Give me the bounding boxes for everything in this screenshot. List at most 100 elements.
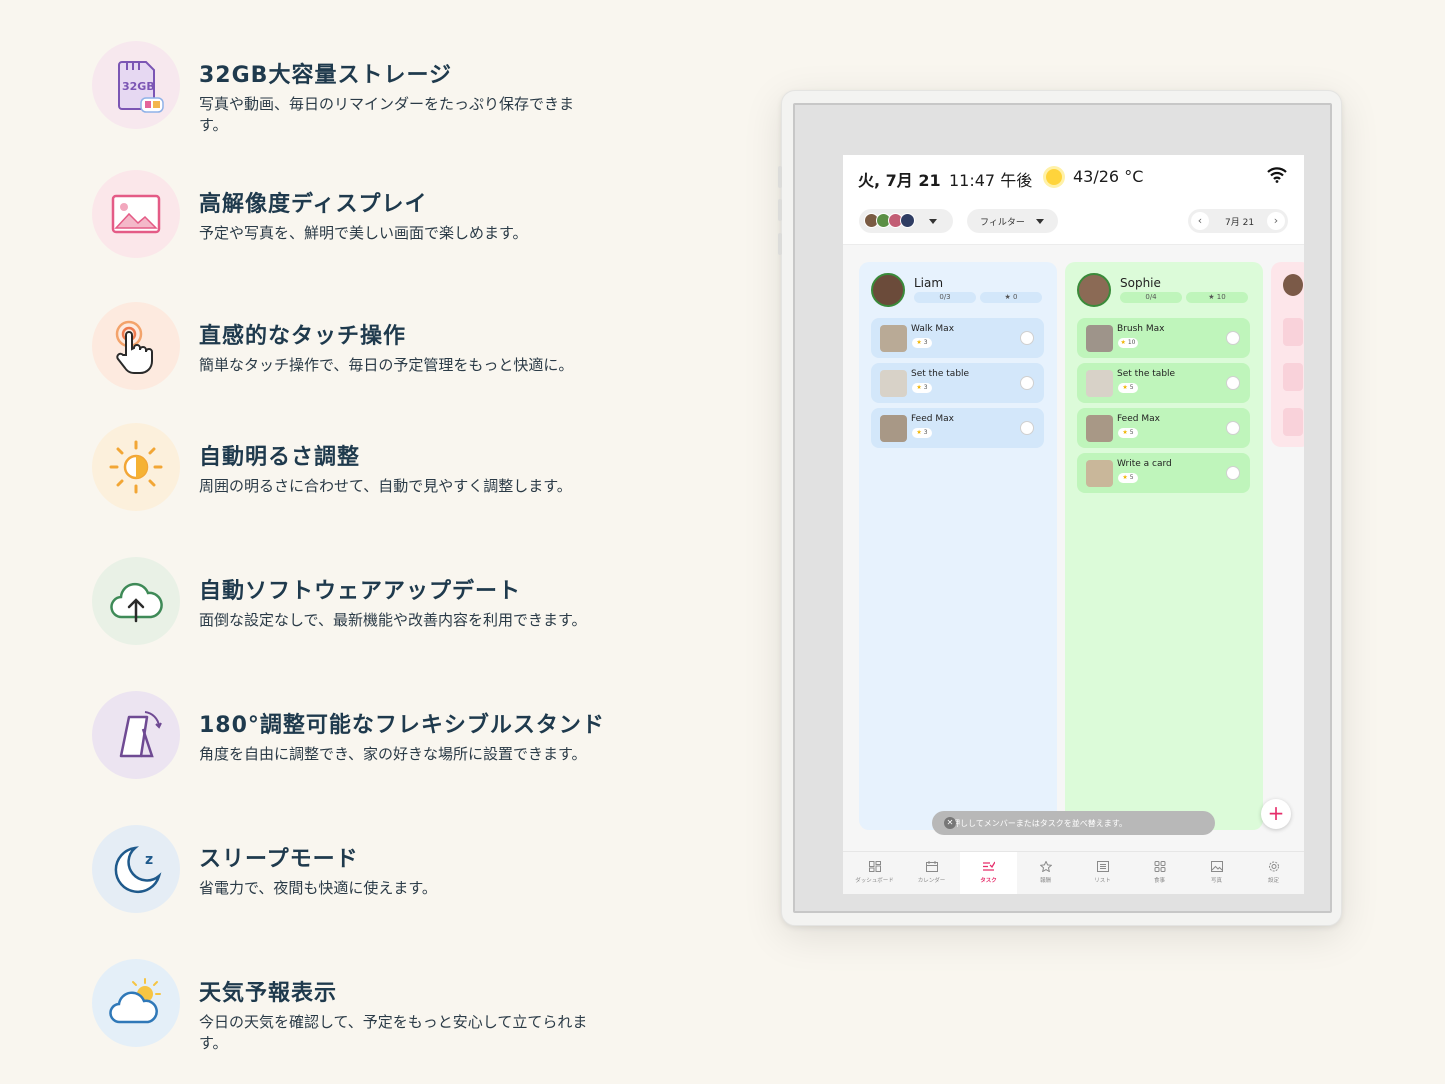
points-value: 3 <box>923 339 928 346</box>
task-thumbnail <box>880 415 907 442</box>
nav-rewards[interactable]: 報酬 <box>1017 852 1074 894</box>
next-day-button[interactable]: › <box>1267 212 1285 230</box>
task-name: Walk Max <box>911 324 955 334</box>
task-complete-checkbox[interactable] <box>1226 421 1240 435</box>
task-complete-checkbox[interactable] <box>1226 376 1240 390</box>
nav-settings[interactable]: 設定 <box>1245 852 1302 894</box>
task-thumbnail <box>1086 325 1113 352</box>
task-name: Set the table <box>911 369 970 379</box>
status-time: 11:47 午後 <box>949 171 1033 190</box>
status-bar: 火, 7月 21 11:47 午後 43/26 °C <box>843 165 1304 191</box>
task-card[interactable]: Feed Max ★ 3 <box>871 408 1044 448</box>
task-card[interactable]: Brush Max ★ 10 <box>1077 318 1250 358</box>
task-points: ★ 3 <box>912 428 932 438</box>
column-header: Liam 0/3 ★ 0 <box>871 272 1047 312</box>
task-thumbnail <box>880 370 907 397</box>
meals-icon <box>1154 861 1165 872</box>
tablet-device: 火, 7月 21 11:47 午後 43/26 °C フィルター ‹ 7月 21… <box>778 90 1342 926</box>
feature-description: 周囲の明るさに合わせて、自動で見やすく調整します。 <box>199 477 572 495</box>
task-points: ★ 5 <box>1118 383 1138 393</box>
points-value: 3 <box>923 429 928 436</box>
svg-text:z: z <box>145 852 153 868</box>
prev-day-button[interactable]: ‹ <box>1191 212 1209 230</box>
avatar <box>1283 274 1303 296</box>
task-card[interactable] <box>1283 363 1303 391</box>
feature-brightness: 自動明るさ調整 周囲の明るさに合わせて、自動で見やすく調整します。 <box>92 423 652 523</box>
feature-title: 自動ソフトウェアアップデート <box>199 579 522 604</box>
nav-label: リスト <box>1094 878 1111 884</box>
nav-list[interactable]: リスト <box>1074 852 1131 894</box>
cloud-upload-icon <box>92 557 180 645</box>
task-thumbnail <box>1086 370 1113 397</box>
task-complete-checkbox[interactable] <box>1020 421 1034 435</box>
nav-photos[interactable]: 写真 <box>1188 852 1245 894</box>
status-temperature: 43/26 °C <box>1073 167 1144 186</box>
wifi-icon <box>1267 167 1287 183</box>
star-icon: ★ <box>916 384 922 391</box>
brightness-icon <box>92 423 180 511</box>
feature-description: 面倒な設定なしで、最新機能や改善内容を利用できます。 <box>199 611 587 629</box>
task-card[interactable]: Set the table ★ 5 <box>1077 363 1250 403</box>
star-count-badge: ★ 0 <box>980 292 1042 303</box>
task-complete-checkbox[interactable] <box>1020 376 1034 390</box>
star-count-badge: ★ 10 <box>1186 292 1248 303</box>
task-points: ★ 3 <box>912 338 932 348</box>
task-count-badge: 0/4 <box>1120 292 1182 303</box>
moon-sleep-icon: z <box>92 825 180 913</box>
task-card[interactable]: Feed Max ★ 5 <box>1077 408 1250 448</box>
task-name: Feed Max <box>911 414 954 424</box>
member-column-sophie: Sophie 0/4 ★ 10 Brush Max ★ 10 Set the t… <box>1065 262 1263 830</box>
member-column-partial <box>1271 262 1304 447</box>
dashboard-icon <box>868 861 881 872</box>
toast-text: 長押ししてメンバーまたはタスクを並べ替えます。 <box>944 819 1127 828</box>
task-complete-checkbox[interactable] <box>1226 331 1240 345</box>
member-selector[interactable] <box>859 209 953 233</box>
avatar <box>900 213 915 228</box>
list-icon <box>1096 861 1109 872</box>
avatar <box>1077 273 1111 307</box>
task-complete-checkbox[interactable] <box>1020 331 1034 345</box>
star-icon: ★ <box>1122 384 1128 391</box>
nav-tasks[interactable]: タスク <box>960 852 1017 894</box>
task-card[interactable]: Walk Max ★ 3 <box>871 318 1044 358</box>
calendar-icon <box>925 861 938 872</box>
nav-label: カレンダー <box>917 878 946 884</box>
add-task-button[interactable]: + <box>1261 799 1291 829</box>
feature-description: 写真や動画、毎日のリマインダーをたっぷり保存できます。 <box>199 95 575 134</box>
close-icon[interactable]: ✕ <box>944 817 956 829</box>
avatar <box>871 273 905 307</box>
nav-calendar[interactable]: カレンダー <box>903 852 960 894</box>
task-name: Set the table <box>1117 369 1176 379</box>
feature-title: 直感的なタッチ操作 <box>199 324 407 349</box>
task-card[interactable]: Set the table ★ 3 <box>871 363 1044 403</box>
task-card[interactable] <box>1283 318 1303 346</box>
task-toolbar: フィルター ‹ 7月 21 › <box>843 207 1304 235</box>
task-card[interactable] <box>1283 408 1303 436</box>
feature-title: 天気予報表示 <box>199 981 338 1006</box>
nav-label: 食事 <box>1153 878 1165 884</box>
task-name: Feed Max <box>1117 414 1160 424</box>
task-complete-checkbox[interactable] <box>1226 466 1240 480</box>
nav-label: タスク <box>980 878 997 884</box>
task-count-badge: 0/3 <box>914 292 976 303</box>
task-points: ★ 5 <box>1118 473 1138 483</box>
sd-card-label: 32GB <box>122 80 155 93</box>
star-icon: ★ <box>916 429 922 436</box>
filter-dropdown[interactable]: フィルター <box>967 209 1058 233</box>
points-value: 5 <box>1129 429 1134 436</box>
photo-icon <box>1210 861 1223 872</box>
nav-label: ダッシュボード <box>855 878 894 884</box>
task-name: Write a card <box>1117 459 1172 469</box>
filter-label: フィルター <box>980 218 1025 228</box>
task-card[interactable]: Write a card ★ 5 <box>1077 453 1250 493</box>
feature-storage: 32GB 32GB大容量ストレージ 写真や動画、毎日のリマインダーをたっぷり保存… <box>92 41 652 141</box>
feature-display: 高解像度ディスプレイ 予定や写真を、鮮明で美しい画面で楽しめます。 <box>92 170 652 270</box>
screen-bezel: 火, 7月 21 11:47 午後 43/26 °C フィルター ‹ 7月 21… <box>793 103 1332 913</box>
feature-sleep: z スリープモード 省電力で、夜間も快適に使えます。 <box>92 825 652 925</box>
points-value: 10 <box>1127 339 1136 346</box>
nav-meals[interactable]: 食事 <box>1131 852 1188 894</box>
touch-hand-icon <box>92 302 180 390</box>
sun-icon <box>1046 169 1062 185</box>
points-value: 5 <box>1129 474 1134 481</box>
nav-dashboard[interactable]: ダッシュボード <box>846 852 903 894</box>
